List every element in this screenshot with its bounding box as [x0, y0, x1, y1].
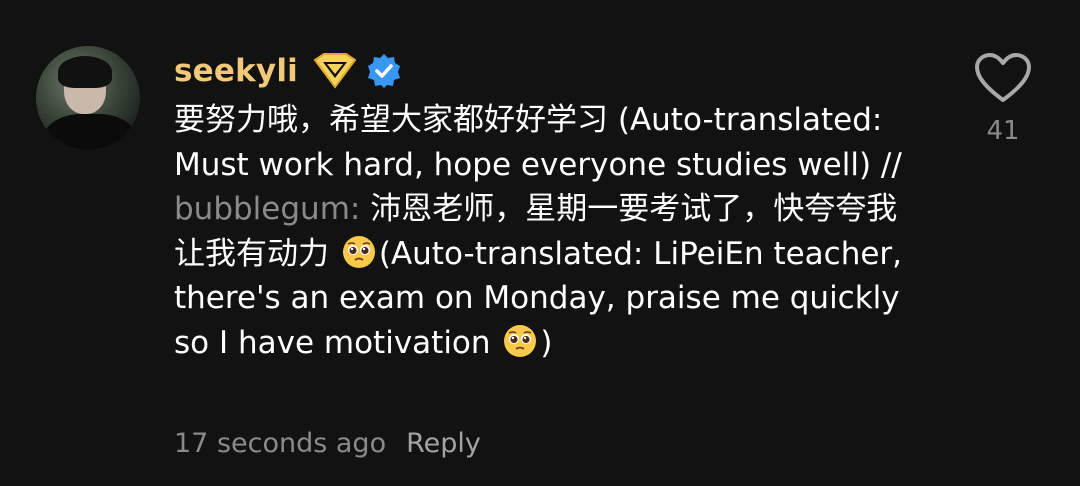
comment-header: seekyli: [174, 48, 402, 94]
avatar-hair-shape: [58, 56, 112, 88]
username[interactable]: seekyli: [174, 53, 298, 89]
like-count: 41: [986, 116, 1020, 146]
avatar[interactable]: [36, 46, 140, 150]
comment-screen: seekyli 要努力哦，希望大家都好好学习 (Auto-translated:…: [0, 0, 1080, 486]
avatar-body-shape: [44, 114, 136, 150]
comment-timestamp: 17 seconds ago: [174, 427, 387, 459]
comment-text-part1: 要努力哦，希望大家都好好学习 (Auto-translated: Must wo…: [174, 102, 902, 183]
heart-outline-icon[interactable]: [974, 52, 1032, 104]
pleading-face-emoji: [502, 323, 538, 359]
pleading-face-emoji: [341, 234, 377, 270]
reply-button[interactable]: Reply: [406, 428, 481, 459]
comment-text-part4: ): [540, 324, 553, 361]
verified-badge-icon: [366, 53, 402, 89]
comment-body: 要努力哦，希望大家都好好学习 (Auto-translated: Must wo…: [174, 98, 914, 365]
mention-username[interactable]: bubblegum:: [174, 191, 360, 227]
like-area: 41: [970, 52, 1036, 146]
gem-badge-icon: [312, 52, 358, 90]
comment-footer: 17 seconds ago Reply: [174, 421, 481, 465]
